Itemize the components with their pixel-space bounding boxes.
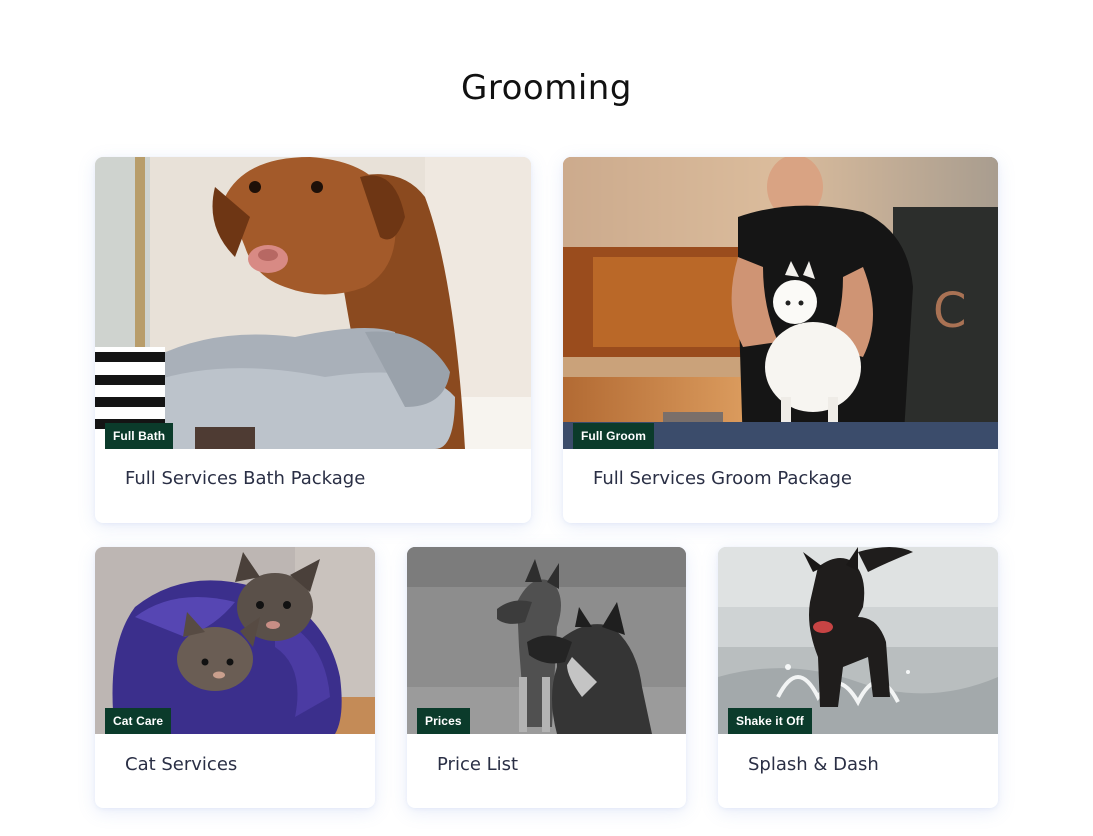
card-cat-care[interactable]: Cat Care Cat Services — [95, 547, 375, 808]
groomer-dog-photo: C Full Groom — [563, 157, 998, 449]
dogs-bw-photo: Prices — [407, 547, 686, 734]
page-title: Grooming — [461, 68, 632, 108]
dog-towel-photo: Full Bath — [95, 157, 531, 449]
category-badge: Full Bath — [105, 423, 174, 449]
category-badge: Shake it Off — [728, 708, 812, 734]
card-splash-dash[interactable]: Shake it Off Splash & Dash — [718, 547, 998, 808]
card-full-groom[interactable]: C Full Groom Full Services Groom Package — [563, 157, 998, 523]
card-price-list[interactable]: Prices Price List — [407, 547, 686, 808]
svg-text:C: C — [933, 283, 967, 339]
category-badge: Cat Care — [105, 708, 172, 734]
kittens-towel-photo: Cat Care — [95, 547, 375, 734]
card-title[interactable]: Price List — [437, 754, 518, 775]
category-badge: Prices — [417, 708, 470, 734]
category-badge: Full Groom — [573, 423, 654, 449]
card-title[interactable]: Full Services Bath Package — [125, 468, 365, 489]
card-full-bath[interactable]: Full Bath Full Services Bath Package — [95, 157, 531, 523]
dog-water-photo: Shake it Off — [718, 547, 998, 734]
card-title[interactable]: Splash & Dash — [748, 754, 879, 775]
card-title[interactable]: Cat Services — [125, 754, 237, 775]
card-title[interactable]: Full Services Groom Package — [593, 468, 852, 489]
